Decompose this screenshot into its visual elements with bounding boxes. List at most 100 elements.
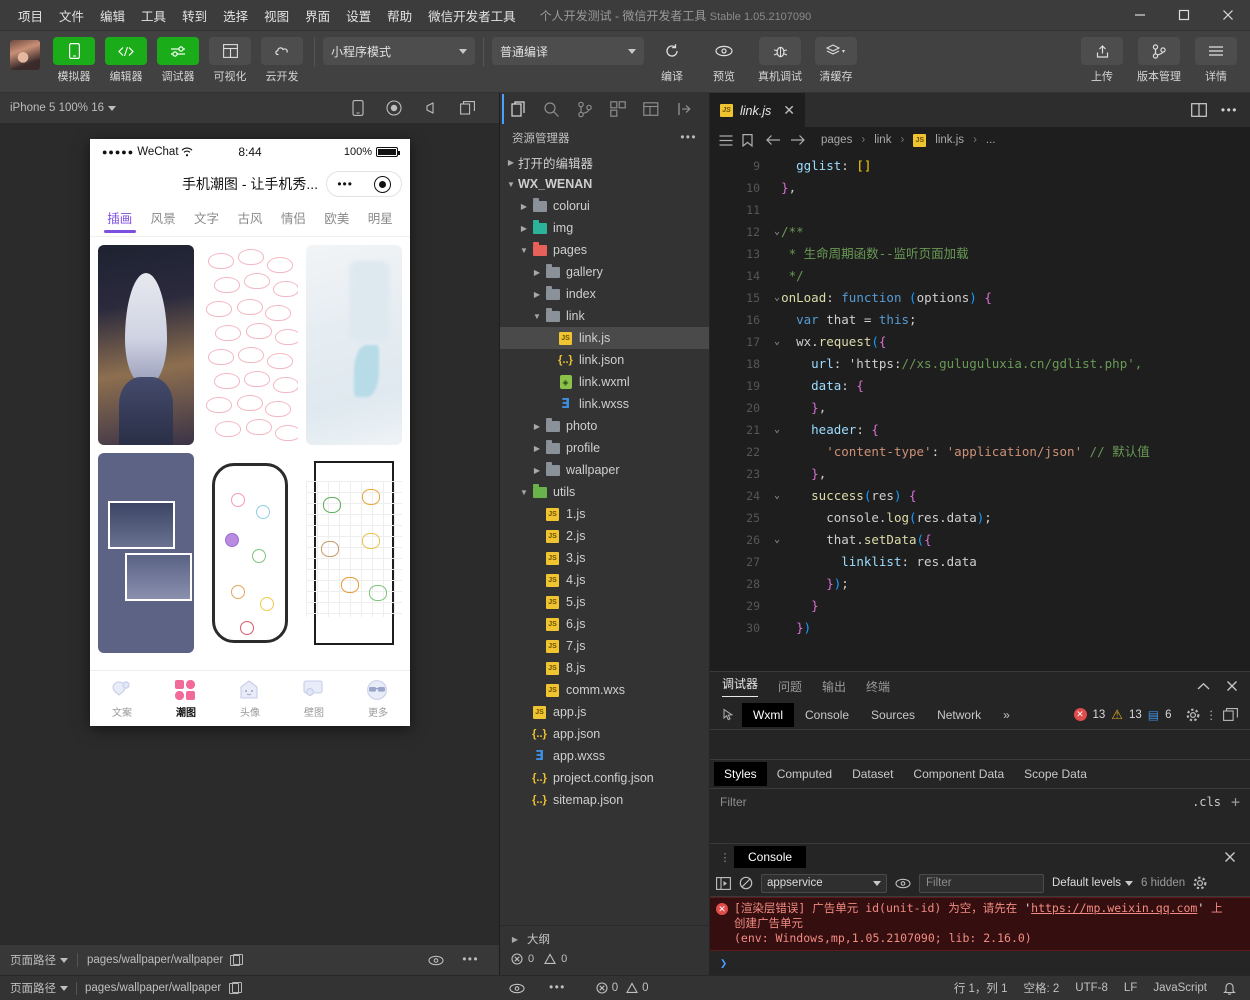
category-tab-ancient[interactable]: 古风 [228,208,271,232]
toolbar-clear-cache-button[interactable]: 清缓存 [812,37,860,84]
category-tab-star[interactable]: 明星 [359,208,402,232]
wallpaper-card[interactable] [98,245,194,445]
toolbar-details-button[interactable]: 详情 [1192,37,1240,84]
menu-item-project[interactable]: 项目 [10,2,51,29]
code-lines[interactable]: gglist: [] }, /** * 生命周期函数--监听页面加载 */ on… [766,153,1250,671]
tree-item[interactable]: JS 8.js [500,657,709,679]
category-tab-couple[interactable]: 情侣 [272,208,315,232]
gear-icon[interactable] [1186,708,1200,722]
console-filter-input[interactable]: Filter [919,873,1044,893]
copy-icon[interactable] [229,981,243,994]
category-tab-scenery[interactable]: 风景 [141,208,184,232]
toolbar-remote-debug-button[interactable]: 真机调试 [752,37,808,84]
source-control-icon[interactable] [568,94,601,124]
toolbar-upload-button[interactable]: 上传 [1078,37,1126,84]
tree-item[interactable]: ▼ WX_WENAN [500,173,709,195]
style-tab-computed[interactable]: Computed [767,762,842,786]
minimap[interactable] [1192,153,1250,671]
tree-item[interactable]: ▼ link [500,305,709,327]
panel-tab-debugger[interactable]: 调试器 [722,675,759,697]
fold-chevron-icon[interactable]: ⌄ [774,331,780,353]
close-icon[interactable]: ✕ [783,102,795,119]
console-context-select[interactable]: appservice [761,873,887,893]
menu-item-settings[interactable]: 设置 [338,2,379,29]
status-encoding[interactable]: UTF-8 [1075,982,1108,994]
eye-icon[interactable] [895,878,911,889]
outline-header[interactable]: ▶ 大纲 [508,931,701,947]
status-language[interactable]: JavaScript [1153,982,1207,994]
status-eol[interactable]: LF [1124,982,1137,994]
volume-icon[interactable] [424,101,438,115]
mode-select[interactable]: 小程序模式 [323,37,475,65]
menu-item-help[interactable]: 帮助 [379,2,420,29]
tree-item[interactable]: ▶ colorui [500,195,709,217]
tree-item[interactable]: Ǝapp.wxss [500,745,709,767]
wallpaper-card[interactable] [202,453,298,653]
tree-item[interactable]: JS 6.js [500,613,709,635]
back-icon[interactable] [766,134,781,146]
menu-item-select[interactable]: 选择 [215,2,256,29]
close-button[interactable] [1206,0,1250,31]
tree-item[interactable]: ▶ profile [500,437,709,459]
more-icon[interactable]: ••• [462,954,479,966]
status-problem-counts[interactable]: 0 0 [596,982,649,994]
tree-item[interactable]: ▶ wallpaper [500,459,709,481]
console-levels-select[interactable]: Default levels [1052,877,1134,889]
category-tab-western[interactable]: 欧美 [315,208,358,232]
style-tab-styles[interactable]: Styles [714,762,767,786]
tree-item[interactable]: ▶ gallery [500,261,709,283]
search-icon[interactable] [535,94,568,124]
more-icon[interactable]: ••• [549,982,566,994]
phone-tab-more[interactable]: 更多 [346,671,410,726]
menu-item-edit[interactable]: 编辑 [92,2,133,29]
tree-item[interactable]: ▼ pages [500,239,709,261]
tree-item[interactable]: {..} link.json [500,349,709,371]
tree-item[interactable]: JS 2.js [500,525,709,547]
cls-button[interactable]: .cls [1192,795,1221,809]
toolbar-editor-button[interactable]: 编辑器 [102,37,150,84]
breadcrumb-file[interactable]: link.js [935,134,964,146]
fold-chevron-icon[interactable]: ⌄ [774,529,780,551]
editor-tab-linkjs[interactable]: JS link.js ✕ [710,93,805,127]
files-icon[interactable] [502,94,535,124]
add-style-button[interactable]: + [1231,793,1240,811]
menu-item-tools[interactable]: 工具 [133,2,174,29]
panel-tab-terminal[interactable]: 终端 [866,678,890,695]
eye-icon[interactable] [509,983,525,994]
tree-item[interactable]: JS 3.js [500,547,709,569]
copy-icon[interactable] [230,953,244,966]
wallpaper-card[interactable] [306,453,402,653]
user-avatar[interactable] [10,40,40,70]
more-icon[interactable]: ••• [1221,103,1238,117]
status-indentation[interactable]: 空格: 2 [1024,980,1060,996]
tree-item[interactable]: Ǝlink.wxss [500,393,709,415]
extensions-icon[interactable] [601,94,634,124]
bookmark-icon[interactable] [742,133,753,147]
more-icon[interactable]: ••• [680,132,697,144]
phone-tab-trendy[interactable]: 潮图 [154,671,218,726]
phone-tab-copy[interactable]: 文案 [90,671,154,726]
wallpaper-card[interactable] [306,245,402,445]
close-icon[interactable] [1224,851,1244,863]
menu-item-goto[interactable]: 转到 [174,2,215,29]
maximize-button[interactable] [1162,0,1206,31]
breadcrumb-link[interactable]: link [874,134,891,146]
minimize-button[interactable] [1118,0,1162,31]
fold-chevron-icon[interactable]: ⌄ [774,485,780,507]
tree-item[interactable]: JS link.js [500,327,709,349]
wxml-tree-area[interactable] [710,730,1250,760]
toolbar-simulator-button[interactable]: 模拟器 [50,37,98,84]
window-icon[interactable] [460,101,475,115]
styles-filter-input[interactable]: Filter [720,795,747,809]
fold-chevron-icon[interactable]: ⌄ [774,419,780,441]
close-icon[interactable] [1226,680,1238,692]
toolbar-compile-button[interactable]: 编译 [648,37,696,84]
inspect-icon[interactable] [716,707,742,722]
tree-item[interactable]: ▶ img [500,217,709,239]
tree-item[interactable]: JS comm.wxs [500,679,709,701]
debug-panel-icon[interactable] [634,94,667,124]
device-select[interactable]: iPhone 5 100% 16 [10,102,116,114]
capsule-close-icon[interactable] [373,175,391,193]
gear-icon[interactable] [1193,876,1207,890]
style-tab-component-data[interactable]: Component Data [903,762,1014,786]
